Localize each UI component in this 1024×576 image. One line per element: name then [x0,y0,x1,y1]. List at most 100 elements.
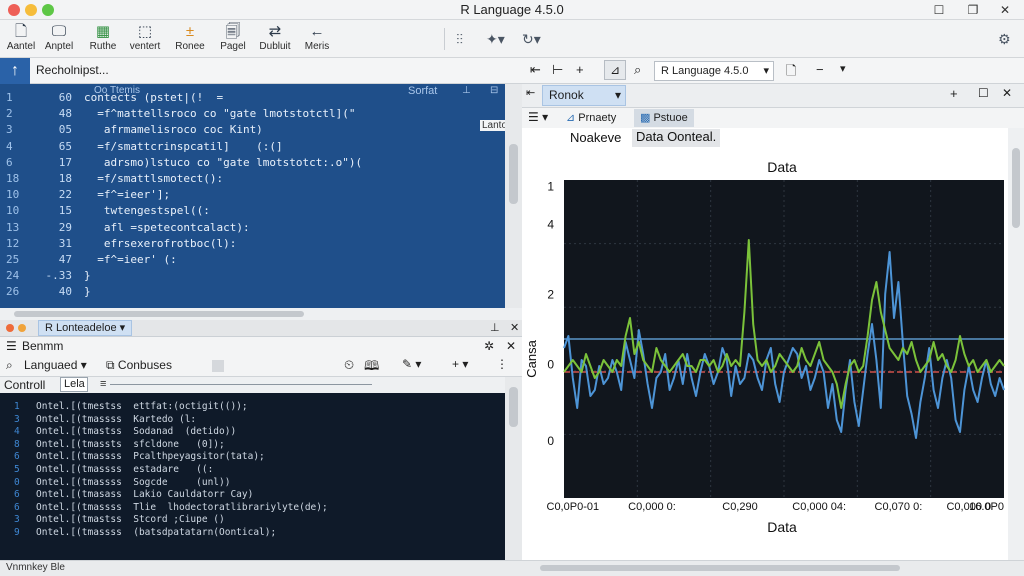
code-line[interactable]: 24 -.33} [0,268,505,284]
code-line[interactable]: 4 65 =f/smattcrinspcatil] (:(] [0,139,505,155]
tab-ronok[interactable]: Ronok ▾ [542,85,626,106]
add-tab-icon[interactable]: + [950,86,958,101]
console-vertical-scrollbar[interactable] [505,377,522,560]
menu-icon[interactable]: ☰ [6,339,17,353]
search-icon[interactable]: ⌕ [6,358,13,373]
book-icon[interactable]: 🕮 [364,357,379,379]
toolbar-item-meris[interactable]: ← Meris [298,23,336,57]
status-dot-icon [18,324,26,332]
plot-vertical-scrollbar[interactable] [1008,128,1024,561]
editor-scroll-thumb[interactable] [509,144,518,204]
console-line-text: Ontel.[(tmassss estadare ((: [36,464,214,475]
back-icon[interactable]: ⇤ [526,86,535,99]
code-line[interactable]: 6 17 adrsmo)lstuco co "gate lmotstotct:.o… [0,155,505,171]
close-pane-icon[interactable]: ✕ [510,321,519,334]
refresh-icon[interactable]: ↻▾ [522,28,552,50]
split-icon: ⇄ [268,23,282,40]
code-line[interactable]: 1 60 contects (pstet|(! = [0,90,505,106]
line-number: 1 [6,91,13,104]
toolbar-item-ruthe[interactable]: ▦ Ruthe [84,23,122,57]
settings-gear-icon[interactable]: ✲ [484,339,494,353]
plot-hscroll-thumb[interactable] [540,565,900,571]
filter-icon[interactable]: ⇤ [530,62,541,78]
console-line-text: Ontel.[(tmassss Pcalthpeyagsitor(tata); [36,451,265,463]
chevron-down-icon[interactable]: ▾ [840,62,846,75]
plus-icon[interactable]: + [576,62,584,77]
code-line[interactable]: 25 47 =f^=ieer' (: [0,252,505,268]
console-line-number: 9 [14,527,20,538]
tools-icon[interactable]: ✎ ▾ [402,357,421,371]
tab-console[interactable]: R Lonteadeloe ▾ [38,320,133,336]
breadcrumb-2[interactable]: Data Oonteal. [632,129,721,147]
menu-icon[interactable]: ☰ ▾ [528,110,548,124]
plot-scroll-thumb[interactable] [1012,148,1020,228]
lela-tab[interactable]: Lela [60,377,88,392]
toolbar-item-ronee[interactable]: ± Ronee [171,23,209,57]
add-icon[interactable]: + ▾ [452,357,468,371]
code-line[interactable]: 12 31 efrsexerofrotboc(l): [0,236,505,252]
console-filter-bar: Controll Lela ≡ [0,377,505,393]
clock-icon[interactable]: ⏲ [344,357,354,373]
main-toolbar: 🗋 Aantel 🖵 Anptel ▦ Ruthe ⬚ ventert ± Ro… [0,20,1024,58]
console-line-number: 6 [14,501,20,513]
filter-underline [110,384,372,385]
combuses-button[interactable]: ⧉ Conbuses [106,358,172,373]
tab-pstuoe[interactable]: ▩ Pstuoe [634,109,694,127]
console-line-number: 5 [14,464,20,475]
code-line[interactable]: 2 48 =f^mattellsroco co "gate lmotstotctl… [0,106,505,122]
r-version-select[interactable]: R Language 4.5.0 ▾ [654,61,774,81]
code-line[interactable]: 3 05 afrmamelisroco coc Kint) [0,122,505,138]
code-line[interactable]: 13 29 afl =spetecontcalact): [0,220,505,236]
restore-button[interactable]: ❐ [964,1,982,19]
stop-icon[interactable] [212,360,224,372]
close-pane-icon[interactable]: ✕ [1002,86,1012,100]
split-icon[interactable]: ⊢ [552,62,563,78]
export-icon: ⬚ [137,23,153,40]
console-line: 0 Ontel.[(tmassss Sogcde (unl)) [0,477,505,489]
line-number: 13 [6,220,20,234]
more-icon[interactable]: ⋮ [496,357,508,371]
console-line-number: 1 [14,401,20,412]
toolbar-item-aantel[interactable]: 🗋 Aantel [2,23,40,57]
equals-icon[interactable]: ≡ [100,378,106,390]
editor-hscroll-thumb[interactable] [14,311,304,317]
code-text: afrmamelisroco coc Kint) [84,123,263,137]
grid-icon[interactable]: ⫶⫶ [456,28,478,50]
code-line[interactable]: 10 15 twtengestspel((: [0,203,505,219]
code-line[interactable]: 18 18 =f/smattlsmotect(): [0,171,505,187]
maximize-pane-icon[interactable]: ☐ [978,86,989,100]
toolbar-item-dubluit[interactable]: ⇄ Dubluit [256,23,294,57]
settings-icon[interactable]: ⚙ [998,28,1018,50]
pointer-icon[interactable]: ✦▾ [486,28,514,50]
console-line: 1 Ontel.[(tmestss ettfat:(octigit(()); [0,401,505,413]
line-ref: 48 [58,107,72,121]
editor-horizontal-scrollbar[interactable] [0,308,522,320]
breadcrumb-1[interactable]: Noakeve [570,130,621,145]
line-ref: 31 [58,236,72,250]
pin-icon[interactable]: ⊥ [490,321,500,334]
page-icon[interactable]: 🗋 [786,62,796,84]
tab-prnaety[interactable]: ⊿ Prnaety [560,109,622,127]
console-line-text: Ontel.[(tmassss Kartedo (l: [36,413,197,425]
line-ref: 60 [58,91,72,104]
close-pane-icon[interactable]: ✕ [506,339,516,353]
chart-icon[interactable]: ⊿ [604,60,626,80]
console-scroll-thumb[interactable] [509,387,518,427]
minimize-button[interactable]: ☐ [930,1,948,19]
code-line[interactable]: 26 40} [0,284,505,300]
x-tick-label: C0,000 0: [628,501,676,513]
close-button[interactable]: ✕ [996,1,1014,19]
search-icon[interactable]: ⌕ [634,62,641,78]
code-editor[interactable]: Oo Ttemis Sorfat ⊥ ⊟ Lanto 1 60 contects (… [0,84,510,308]
console-output[interactable]: Controll Lela ≡ 1 Ontel.[(tmestss ettfat:… [0,377,505,560]
code-line[interactable]: 10 22 =f^=ieer']; [0,187,505,203]
toolbar-item-pagel[interactable]: 🗐 Pagel [214,23,252,57]
line-number: 25 [6,253,20,266]
toolbar-item-anptel[interactable]: 🖵 Anptel [40,23,78,57]
language-dropdown[interactable]: Languaed ▾ [24,358,87,372]
up-arrow-icon[interactable]: ↑ [0,58,30,84]
code-text: =f^=ieer' (: [84,253,177,266]
toolbar-item-ventert[interactable]: ⬚ ventert [126,23,164,57]
minus-icon[interactable]: − [816,62,824,77]
editor-vertical-scrollbar[interactable] [505,84,522,308]
